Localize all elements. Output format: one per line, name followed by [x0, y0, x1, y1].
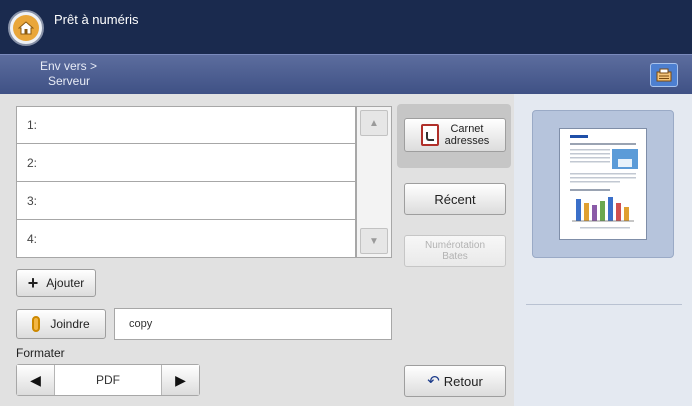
- scroll-down-icon[interactable]: ▼: [360, 228, 388, 254]
- attach-button-label: Joindre: [50, 317, 90, 331]
- address-book-icon: [420, 124, 439, 146]
- destination-row-3[interactable]: 3:: [16, 182, 356, 220]
- breadcrumb-server: Serveur: [48, 74, 91, 88]
- address-book-label-2: adresses: [444, 135, 490, 147]
- destination-row-2[interactable]: 2:: [16, 144, 356, 182]
- document-thumbnail: [559, 128, 647, 240]
- format-prev-button[interactable]: ◀: [17, 365, 55, 395]
- main-panel: 1: 2: 3: 4: ▲ ▼ Carnet adresses Récent N…: [0, 94, 514, 406]
- document-thumbnail-image: [570, 135, 638, 229]
- scroll-up-icon[interactable]: ▲: [360, 110, 388, 136]
- attach-button[interactable]: Joindre: [16, 309, 106, 339]
- add-button[interactable]: + Ajouter: [16, 269, 96, 297]
- undo-arrow-icon: ↶: [427, 373, 440, 390]
- paperclip-icon: [32, 316, 41, 332]
- home-icon: [13, 15, 39, 41]
- job-status-button[interactable]: [650, 63, 678, 87]
- home-button[interactable]: [8, 10, 44, 46]
- format-selector: ◀ PDF ▶: [16, 364, 200, 396]
- breadcrumb: Env vers > Serveur: [40, 59, 97, 89]
- top-bar: Prêt à numéris: [0, 0, 692, 54]
- plus-icon: +: [27, 273, 39, 293]
- recent-button[interactable]: Récent: [404, 183, 506, 215]
- page-title: Prêt à numéris: [54, 12, 139, 27]
- breadcrumb-bar: Env vers > Serveur: [0, 54, 692, 94]
- bates-label-1: Numérotation: [424, 240, 486, 251]
- destination-row-1[interactable]: 1:: [16, 106, 356, 144]
- back-button-label: Retour: [443, 373, 483, 389]
- format-next-button[interactable]: ▶: [161, 365, 199, 395]
- bates-label-2: Bates: [442, 251, 468, 262]
- scan-preview[interactable]: [532, 110, 674, 258]
- divider: [526, 304, 682, 305]
- breadcrumb-send-to[interactable]: Env vers >: [40, 59, 97, 74]
- destination-list: 1: 2: 3: 4:: [16, 106, 356, 258]
- destination-scrollbar[interactable]: ▲ ▼: [356, 106, 392, 258]
- add-button-label: Ajouter: [46, 276, 85, 290]
- bates-numbering-button[interactable]: Numérotation Bates: [404, 235, 506, 267]
- back-button[interactable]: ↶ Retour: [404, 365, 506, 397]
- destination-row-4[interactable]: 4:: [16, 220, 356, 258]
- job-status-icon: [656, 68, 672, 82]
- address-book-button[interactable]: Carnet adresses: [404, 118, 506, 152]
- format-value: PDF: [96, 373, 120, 387]
- format-label: Formater: [16, 346, 65, 360]
- address-book-label-1: Carnet: [450, 123, 484, 135]
- preview-panel: [514, 94, 692, 406]
- attachment-name-field[interactable]: copy: [114, 308, 392, 340]
